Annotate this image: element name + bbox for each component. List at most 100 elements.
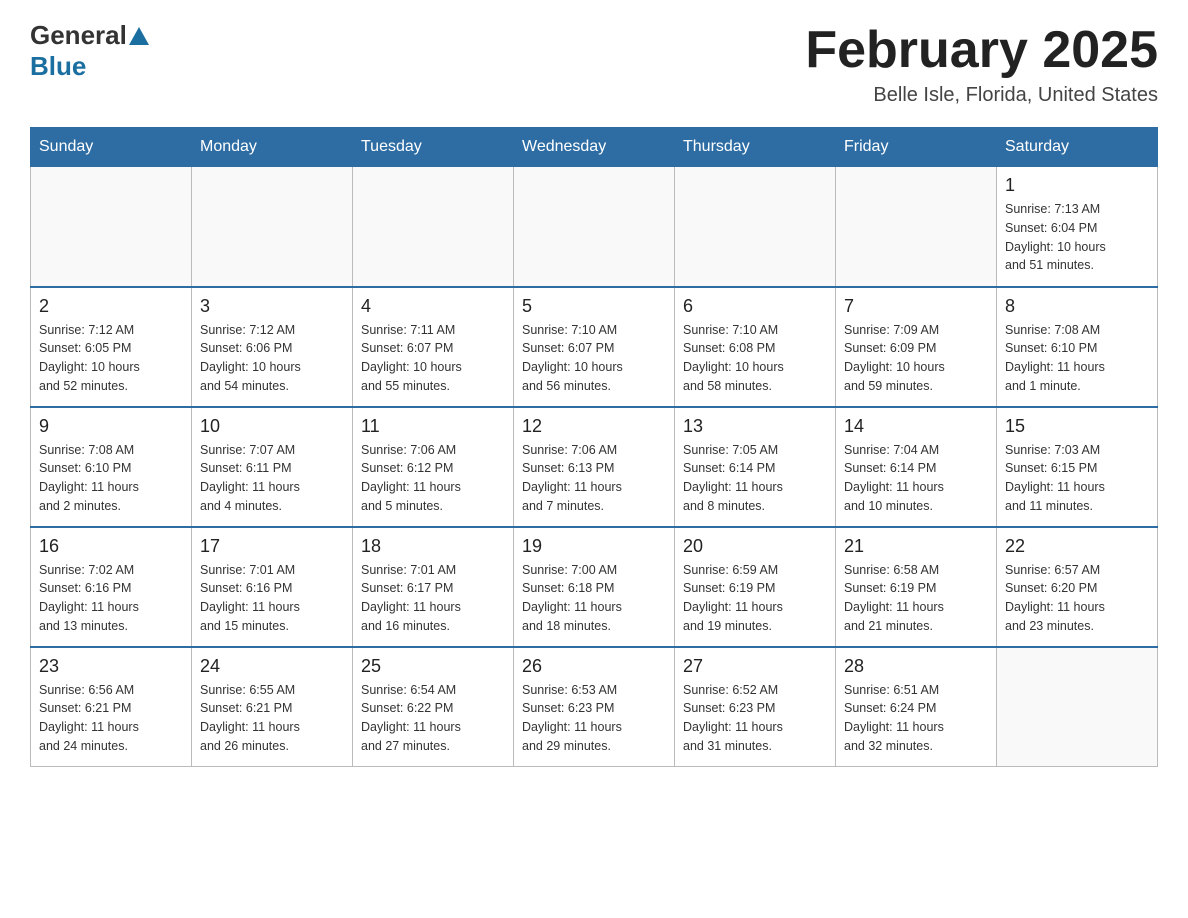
day-info: Sunrise: 7:12 AMSunset: 6:05 PMDaylight:… — [39, 321, 183, 396]
day-number: 4 — [361, 296, 505, 317]
logo: General Blue — [30, 20, 151, 82]
day-number: 8 — [1005, 296, 1149, 317]
calendar-cell: 12 Sunrise: 7:06 AMSunset: 6:13 PMDayligh… — [514, 407, 675, 527]
weekday-header-tuesday: Tuesday — [353, 128, 514, 167]
calendar-cell: 22 Sunrise: 6:57 AMSunset: 6:20 PMDayligh… — [997, 527, 1158, 647]
calendar-title: February 2025 — [805, 20, 1158, 80]
title-block: February 2025 Belle Isle, Florida, Unite… — [805, 20, 1158, 107]
day-number: 20 — [683, 536, 827, 557]
calendar-cell — [675, 167, 836, 287]
week-row-4: 16 Sunrise: 7:02 AMSunset: 6:16 PMDayligh… — [31, 527, 1158, 647]
calendar-cell: 3 Sunrise: 7:12 AMSunset: 6:06 PMDaylight… — [192, 287, 353, 407]
calendar-cell: 25 Sunrise: 6:54 AMSunset: 6:22 PMDayligh… — [353, 647, 514, 767]
day-info: Sunrise: 7:09 AMSunset: 6:09 PMDaylight:… — [844, 321, 988, 396]
day-info: Sunrise: 6:58 AMSunset: 6:19 PMDaylight:… — [844, 561, 988, 636]
day-info: Sunrise: 7:08 AMSunset: 6:10 PMDaylight:… — [39, 441, 183, 516]
day-info: Sunrise: 7:00 AMSunset: 6:18 PMDaylight:… — [522, 561, 666, 636]
day-info: Sunrise: 6:57 AMSunset: 6:20 PMDaylight:… — [1005, 561, 1149, 636]
day-info: Sunrise: 7:05 AMSunset: 6:14 PMDaylight:… — [683, 441, 827, 516]
calendar-cell — [514, 167, 675, 287]
day-info: Sunrise: 7:13 AMSunset: 6:04 PMDaylight:… — [1005, 200, 1149, 275]
day-number: 5 — [522, 296, 666, 317]
day-number: 28 — [844, 656, 988, 677]
day-number: 7 — [844, 296, 988, 317]
calendar-cell: 18 Sunrise: 7:01 AMSunset: 6:17 PMDayligh… — [353, 527, 514, 647]
calendar-cell: 28Sunrise: 6:51 AMSunset: 6:24 PMDayligh… — [836, 647, 997, 767]
day-number: 12 — [522, 416, 666, 437]
weekday-header-row: SundayMondayTuesdayWednesdayThursdayFrid… — [31, 128, 1158, 167]
day-number: 26 — [522, 656, 666, 677]
day-number: 23 — [39, 656, 183, 677]
calendar-cell: 15 Sunrise: 7:03 AMSunset: 6:15 PMDayligh… — [997, 407, 1158, 527]
day-info: Sunrise: 7:07 AMSunset: 6:11 PMDaylight:… — [200, 441, 344, 516]
day-number: 3 — [200, 296, 344, 317]
day-number: 19 — [522, 536, 666, 557]
day-info: Sunrise: 7:11 AMSunset: 6:07 PMDaylight:… — [361, 321, 505, 396]
logo-triangle-icon — [129, 27, 149, 45]
day-info: Sunrise: 6:52 AMSunset: 6:23 PMDaylight:… — [683, 681, 827, 756]
calendar-cell — [353, 167, 514, 287]
calendar-cell — [192, 167, 353, 287]
calendar-subtitle: Belle Isle, Florida, United States — [805, 84, 1158, 107]
calendar-cell: 7 Sunrise: 7:09 AMSunset: 6:09 PMDaylight… — [836, 287, 997, 407]
day-number: 24 — [200, 656, 344, 677]
day-number: 14 — [844, 416, 988, 437]
day-number: 13 — [683, 416, 827, 437]
day-info: Sunrise: 6:59 AMSunset: 6:19 PMDaylight:… — [683, 561, 827, 636]
calendar-cell — [997, 647, 1158, 767]
calendar-cell: 14 Sunrise: 7:04 AMSunset: 6:14 PMDayligh… — [836, 407, 997, 527]
day-number: 6 — [683, 296, 827, 317]
day-number: 1 — [1005, 175, 1149, 196]
day-info: Sunrise: 6:54 AMSunset: 6:22 PMDaylight:… — [361, 681, 505, 756]
weekday-header-wednesday: Wednesday — [514, 128, 675, 167]
day-number: 9 — [39, 416, 183, 437]
weekday-header-monday: Monday — [192, 128, 353, 167]
calendar-cell: 10 Sunrise: 7:07 AMSunset: 6:11 PMDayligh… — [192, 407, 353, 527]
day-info: Sunrise: 7:06 AMSunset: 6:13 PMDaylight:… — [522, 441, 666, 516]
day-number: 10 — [200, 416, 344, 437]
week-row-1: 1 Sunrise: 7:13 AMSunset: 6:04 PMDaylight… — [31, 167, 1158, 287]
day-number: 22 — [1005, 536, 1149, 557]
week-row-5: 23 Sunrise: 6:56 AMSunset: 6:21 PMDayligh… — [31, 647, 1158, 767]
calendar-cell: 26 Sunrise: 6:53 AMSunset: 6:23 PMDayligh… — [514, 647, 675, 767]
calendar-cell: 21 Sunrise: 6:58 AMSunset: 6:19 PMDayligh… — [836, 527, 997, 647]
calendar-cell: 13 Sunrise: 7:05 AMSunset: 6:14 PMDayligh… — [675, 407, 836, 527]
week-row-3: 9 Sunrise: 7:08 AMSunset: 6:10 PMDaylight… — [31, 407, 1158, 527]
calendar-cell: 17Sunrise: 7:01 AMSunset: 6:16 PMDayligh… — [192, 527, 353, 647]
weekday-header-sunday: Sunday — [31, 128, 192, 167]
calendar-cell: 1 Sunrise: 7:13 AMSunset: 6:04 PMDaylight… — [997, 167, 1158, 287]
calendar-cell: 2Sunrise: 7:12 AMSunset: 6:05 PMDaylight… — [31, 287, 192, 407]
day-number: 21 — [844, 536, 988, 557]
day-info: Sunrise: 7:04 AMSunset: 6:14 PMDaylight:… — [844, 441, 988, 516]
day-number: 18 — [361, 536, 505, 557]
day-info: Sunrise: 6:55 AMSunset: 6:21 PMDaylight:… — [200, 681, 344, 756]
calendar-cell: 27 Sunrise: 6:52 AMSunset: 6:23 PMDayligh… — [675, 647, 836, 767]
page-header: General Blue February 2025 Belle Isle, F… — [30, 20, 1158, 107]
calendar-cell: 9 Sunrise: 7:08 AMSunset: 6:10 PMDaylight… — [31, 407, 192, 527]
day-info: Sunrise: 7:08 AMSunset: 6:10 PMDaylight:… — [1005, 321, 1149, 396]
day-info: Sunrise: 7:02 AMSunset: 6:16 PMDaylight:… — [39, 561, 183, 636]
day-info: Sunrise: 7:12 AMSunset: 6:06 PMDaylight:… — [200, 321, 344, 396]
weekday-header-saturday: Saturday — [997, 128, 1158, 167]
calendar-cell — [31, 167, 192, 287]
day-info: Sunrise: 7:06 AMSunset: 6:12 PMDaylight:… — [361, 441, 505, 516]
calendar-cell: 5Sunrise: 7:10 AMSunset: 6:07 PMDaylight… — [514, 287, 675, 407]
day-number: 16 — [39, 536, 183, 557]
calendar-cell: 6 Sunrise: 7:10 AMSunset: 6:08 PMDaylight… — [675, 287, 836, 407]
day-info: Sunrise: 7:03 AMSunset: 6:15 PMDaylight:… — [1005, 441, 1149, 516]
day-number: 15 — [1005, 416, 1149, 437]
calendar-cell: 24 Sunrise: 6:55 AMSunset: 6:21 PMDayligh… — [192, 647, 353, 767]
day-info: Sunrise: 7:10 AMSunset: 6:08 PMDaylight:… — [683, 321, 827, 396]
calendar-cell: 16 Sunrise: 7:02 AMSunset: 6:16 PMDayligh… — [31, 527, 192, 647]
logo-blue-text: Blue — [30, 51, 86, 81]
day-info: Sunrise: 7:01 AMSunset: 6:17 PMDaylight:… — [361, 561, 505, 636]
day-info: Sunrise: 6:53 AMSunset: 6:23 PMDaylight:… — [522, 681, 666, 756]
day-number: 27 — [683, 656, 827, 677]
weekday-header-friday: Friday — [836, 128, 997, 167]
day-number: 25 — [361, 656, 505, 677]
calendar-cell: 8 Sunrise: 7:08 AMSunset: 6:10 PMDaylight… — [997, 287, 1158, 407]
calendar-cell: 19 Sunrise: 7:00 AMSunset: 6:18 PMDayligh… — [514, 527, 675, 647]
day-info: Sunrise: 6:56 AMSunset: 6:21 PMDaylight:… — [39, 681, 183, 756]
day-number: 17 — [200, 536, 344, 557]
week-row-2: 2Sunrise: 7:12 AMSunset: 6:05 PMDaylight… — [31, 287, 1158, 407]
